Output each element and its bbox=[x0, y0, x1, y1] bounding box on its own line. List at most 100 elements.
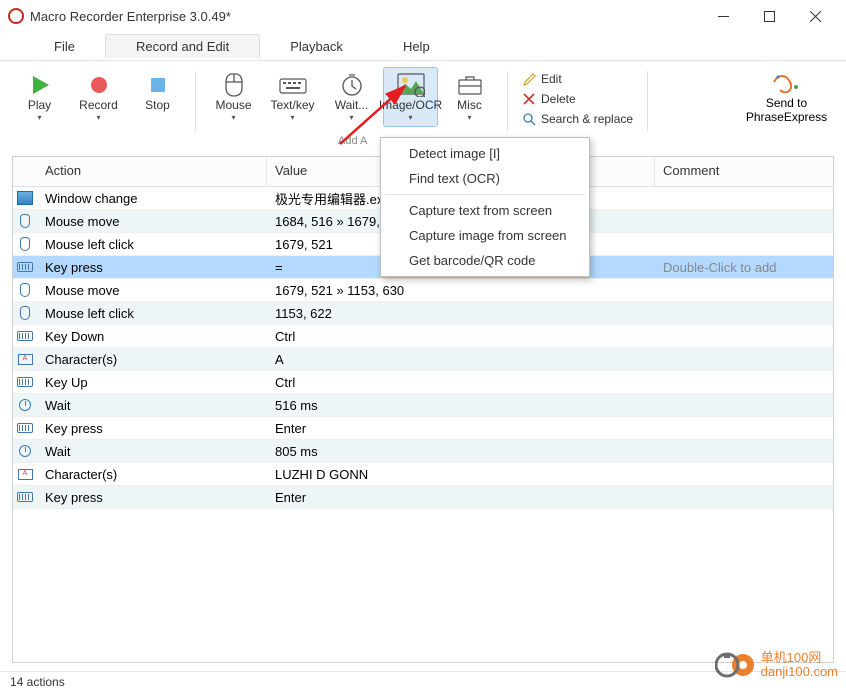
menu-playback[interactable]: Playback bbox=[260, 35, 373, 58]
separator bbox=[507, 71, 508, 131]
menu-item[interactable]: Capture image from screen bbox=[381, 223, 589, 248]
menu-item[interactable]: Capture text from screen bbox=[381, 198, 589, 223]
menu-help[interactable]: Help bbox=[373, 35, 460, 58]
menu-item[interactable]: Find text (OCR) bbox=[381, 166, 589, 191]
imageocr-button[interactable]: Image/OCR ▾ bbox=[383, 67, 438, 127]
row-icon bbox=[13, 304, 37, 322]
table-row[interactable]: Key pressEnter bbox=[13, 417, 833, 440]
image-icon bbox=[396, 72, 426, 98]
row-value: 516 ms bbox=[267, 395, 655, 416]
mouse-label: Mouse bbox=[215, 99, 251, 112]
table-row[interactable]: Wait805 ms bbox=[13, 440, 833, 463]
status-text: 14 actions bbox=[10, 675, 65, 689]
play-button[interactable]: Play ▾ bbox=[12, 67, 67, 127]
row-value: 1679, 521 » 1153, 630 bbox=[267, 280, 655, 301]
title-bar: Macro Recorder Enterprise 3.0.49* bbox=[0, 0, 846, 32]
separator bbox=[647, 71, 648, 131]
row-value: Ctrl bbox=[267, 372, 655, 393]
textkey-button[interactable]: Text/key ▾ bbox=[265, 67, 320, 127]
table-row[interactable]: Wait516 ms bbox=[13, 394, 833, 417]
row-comment bbox=[655, 287, 833, 293]
row-icon bbox=[13, 397, 37, 413]
dropdown-icon: ▾ bbox=[349, 113, 353, 122]
row-icon bbox=[13, 235, 37, 253]
app-icon bbox=[8, 8, 24, 24]
table-row[interactable]: ACharacter(s)A bbox=[13, 348, 833, 371]
dropdown-icon: ▾ bbox=[231, 113, 235, 122]
header-action[interactable]: Action bbox=[37, 157, 267, 186]
row-comment: Double-Click to add bbox=[655, 257, 833, 278]
stop-icon bbox=[143, 72, 173, 98]
delete-link[interactable]: Delete bbox=[518, 91, 637, 107]
row-icon bbox=[13, 490, 37, 504]
play-icon bbox=[25, 72, 55, 98]
row-icon bbox=[13, 421, 37, 435]
row-icon bbox=[13, 375, 37, 389]
dropdown-icon: ▾ bbox=[96, 113, 100, 122]
row-action: Wait bbox=[37, 441, 267, 462]
row-comment bbox=[655, 218, 833, 224]
row-icon: A bbox=[13, 467, 37, 482]
misc-label: Misc bbox=[457, 99, 482, 112]
header-comment[interactable]: Comment bbox=[655, 157, 833, 186]
row-comment bbox=[655, 310, 833, 316]
row-action: Wait bbox=[37, 395, 267, 416]
table-row[interactable]: Key UpCtrl bbox=[13, 371, 833, 394]
row-comment bbox=[655, 471, 833, 477]
table-row[interactable]: Key DownCtrl bbox=[13, 325, 833, 348]
row-action: Window change bbox=[37, 188, 267, 209]
table-row[interactable]: Mouse left click1153, 622 bbox=[13, 302, 833, 325]
row-comment bbox=[655, 402, 833, 408]
imageocr-label: Image/OCR bbox=[379, 99, 442, 112]
row-comment bbox=[655, 356, 833, 362]
toolbar: Play ▾ Record ▾ Stop Mouse ▾ Text/key ▾ … bbox=[0, 60, 846, 138]
briefcase-icon bbox=[455, 72, 485, 98]
header-icon bbox=[13, 157, 37, 186]
stop-button[interactable]: Stop bbox=[130, 67, 185, 127]
row-comment bbox=[655, 241, 833, 247]
row-value: 1153, 622 bbox=[267, 303, 655, 324]
search-replace-link[interactable]: Search & replace bbox=[518, 111, 637, 127]
record-label: Record bbox=[79, 99, 118, 112]
maximize-button[interactable] bbox=[746, 0, 792, 32]
dropdown-icon: ▾ bbox=[290, 113, 294, 122]
window-controls bbox=[700, 0, 838, 32]
sendto-label-1: Send to bbox=[766, 96, 807, 110]
row-action: Key press bbox=[37, 257, 267, 278]
menu-record-edit[interactable]: Record and Edit bbox=[105, 34, 260, 58]
wait-label: Wait... bbox=[335, 99, 369, 112]
dropdown-icon: ▾ bbox=[467, 113, 471, 122]
sendto-button[interactable]: Send to PhraseExpress bbox=[739, 67, 834, 128]
record-button[interactable]: Record ▾ bbox=[71, 67, 126, 127]
misc-button[interactable]: Misc ▾ bbox=[442, 67, 497, 127]
row-icon bbox=[13, 329, 37, 343]
row-comment bbox=[655, 195, 833, 201]
dropdown-icon: ▾ bbox=[37, 113, 41, 122]
menu-item[interactable]: Detect image [I] bbox=[381, 141, 589, 166]
record-icon bbox=[84, 72, 114, 98]
table-row[interactable]: Key pressEnter bbox=[13, 486, 833, 509]
edit-link[interactable]: Edit bbox=[518, 71, 637, 87]
sendto-label-2: PhraseExpress bbox=[746, 110, 827, 124]
wait-button[interactable]: Wait... ▾ bbox=[324, 67, 379, 127]
search-icon bbox=[522, 112, 536, 126]
search-replace-label: Search & replace bbox=[541, 112, 633, 126]
close-button[interactable] bbox=[792, 0, 838, 32]
row-action: Character(s) bbox=[37, 464, 267, 485]
textkey-label: Text/key bbox=[270, 99, 314, 112]
minimize-button[interactable] bbox=[700, 0, 746, 32]
row-action: Key Up bbox=[37, 372, 267, 393]
table-row[interactable]: ACharacter(s)LUZHI D GONN bbox=[13, 463, 833, 486]
table-row[interactable]: Mouse move1679, 521 » 1153, 630 bbox=[13, 279, 833, 302]
menu-file[interactable]: File bbox=[24, 35, 105, 58]
row-value: Enter bbox=[267, 418, 655, 439]
menu-item[interactable]: Get barcode/QR code bbox=[381, 248, 589, 273]
mouse-button[interactable]: Mouse ▾ bbox=[206, 67, 261, 127]
row-action: Mouse move bbox=[37, 211, 267, 232]
mouse-icon bbox=[219, 72, 249, 98]
row-icon bbox=[13, 281, 37, 299]
row-action: Key press bbox=[37, 418, 267, 439]
row-icon bbox=[13, 212, 37, 230]
status-bar: 14 actions bbox=[0, 671, 846, 693]
row-value: 805 ms bbox=[267, 441, 655, 462]
